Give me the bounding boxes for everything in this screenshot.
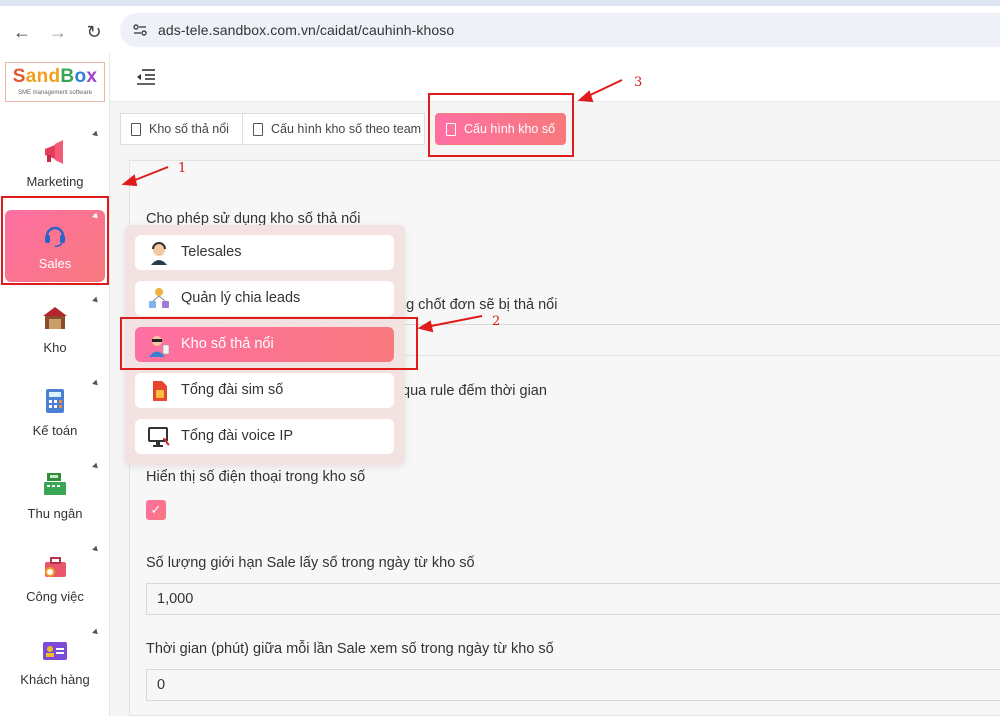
caret-icon [92,130,100,139]
sidebar-item-khach-hang[interactable]: Khách hàng [5,626,105,698]
briefcase-icon [45,557,66,577]
submenu-item-quan-ly-chia-leads[interactable]: Quản lý chia leads [135,281,394,316]
field-label-show-phone: Hiển thị số điện thoại trong kho số [146,469,366,485]
tab-kho-so-tha-noi[interactable]: Kho số thả nổi [120,113,243,145]
contact-card-icon [43,642,67,660]
file-icon [131,123,141,136]
file-icon [253,123,263,136]
url-text[interactable]: ads-tele.sandbox.com.vn/caidat/cauhinh-k… [158,22,454,38]
menu-collapse-icon[interactable] [136,68,156,86]
annotation-box-3 [428,93,574,157]
sidebar-item-label: Công việc [26,589,84,604]
sidebar-item-ke-toan[interactable]: Kế toán [5,377,105,449]
cash-register-icon [44,473,66,495]
caret-icon [92,296,100,305]
address-bar[interactable]: ads-tele.sandbox.com.vn/caidat/cauhinh-k… [120,13,1000,47]
sidebar-item-label: Kế toán [32,423,78,438]
daily-limit-input[interactable]: 1,000 [146,583,1000,615]
calculator-icon [46,389,64,413]
field-label-days-before-floating: ng chốt đơn sẽ bị thả nổi [398,297,558,313]
submenu-item-tong-dai-voice-ip[interactable]: Tổng đài voice IP [135,419,394,454]
voip-icon [148,427,170,447]
caret-icon [92,545,100,554]
caret-icon [92,379,100,388]
field-label-view-interval: Thời gian (phút) giữa mỗi lần Sale xem s… [146,641,554,657]
annotation-number-1: 1 [178,161,187,176]
sidebar-item-kho[interactable]: Kho [5,294,105,366]
tab-label: Kho số thả nổi [149,122,229,136]
field-label-time-rule: qua rule đếm thời gian [402,383,547,399]
back-icon[interactable]: ← [12,22,32,42]
sidebar-item-marketing[interactable]: Marketing [5,128,105,200]
submenu-item-label: Quản lý chia leads [181,290,301,306]
sidebar-item-label: Kho [43,340,67,355]
tab-cau-hinh-kho-so-theo-team[interactable]: Cấu hình kho số theo team [242,113,425,145]
sidebar-item-thu-ngan[interactable]: Thu ngân [5,460,105,532]
submenu-item-tong-dai-sim-so[interactable]: Tổng đài sim số [135,373,394,408]
logo-title: SandBox [12,66,98,87]
submenu-item-label: Tổng đài sim số [181,382,284,398]
tab-label: Cấu hình kho số theo team [271,122,422,136]
leads-icon [149,288,169,308]
annotation-number-2: 2 [492,314,501,329]
days-before-floating-input[interactable] [398,324,1000,356]
field-label-daily-limit: Số lượng giới hạn Sale lấy số trong ngày… [146,555,475,571]
caret-icon [92,628,100,637]
site-settings-icon[interactable] [132,22,148,38]
sidebar-item-label: Marketing [26,174,84,189]
sidebar-item-label: Thu ngân [27,506,83,521]
reload-icon[interactable]: ↻ [84,22,104,42]
submenu-item-telesales[interactable]: Telesales [135,235,394,270]
sidebar-item-label: Khách hàng [20,672,90,687]
annotation-box-1 [1,196,109,285]
annotation-number-3: 3 [634,75,643,90]
forward-icon[interactable]: → [48,22,68,42]
telesales-icon [151,242,167,265]
show-phone-checkbox[interactable]: ✓ [146,500,166,520]
view-interval-input[interactable]: 0 [146,669,1000,701]
annotation-box-2 [120,317,418,370]
warehouse-icon [43,307,67,329]
submenu-item-label: Tổng đài voice IP [181,428,294,444]
sandbox-logo[interactable]: SandBox SME management software [5,62,105,102]
submenu-item-label: Telesales [181,244,242,260]
logo-subtitle: SME management software [17,90,93,96]
browser-toolbar: ← → ↻ ads-tele.sandbox.com.vn/caidat/cau… [0,0,1000,54]
sidebar: SandBox SME management software Marketin… [0,54,110,716]
caret-icon [92,462,100,471]
sim-card-icon [153,381,167,401]
sidebar-item-cong-viec[interactable]: Công việc [5,543,105,615]
megaphone-icon [45,140,63,164]
